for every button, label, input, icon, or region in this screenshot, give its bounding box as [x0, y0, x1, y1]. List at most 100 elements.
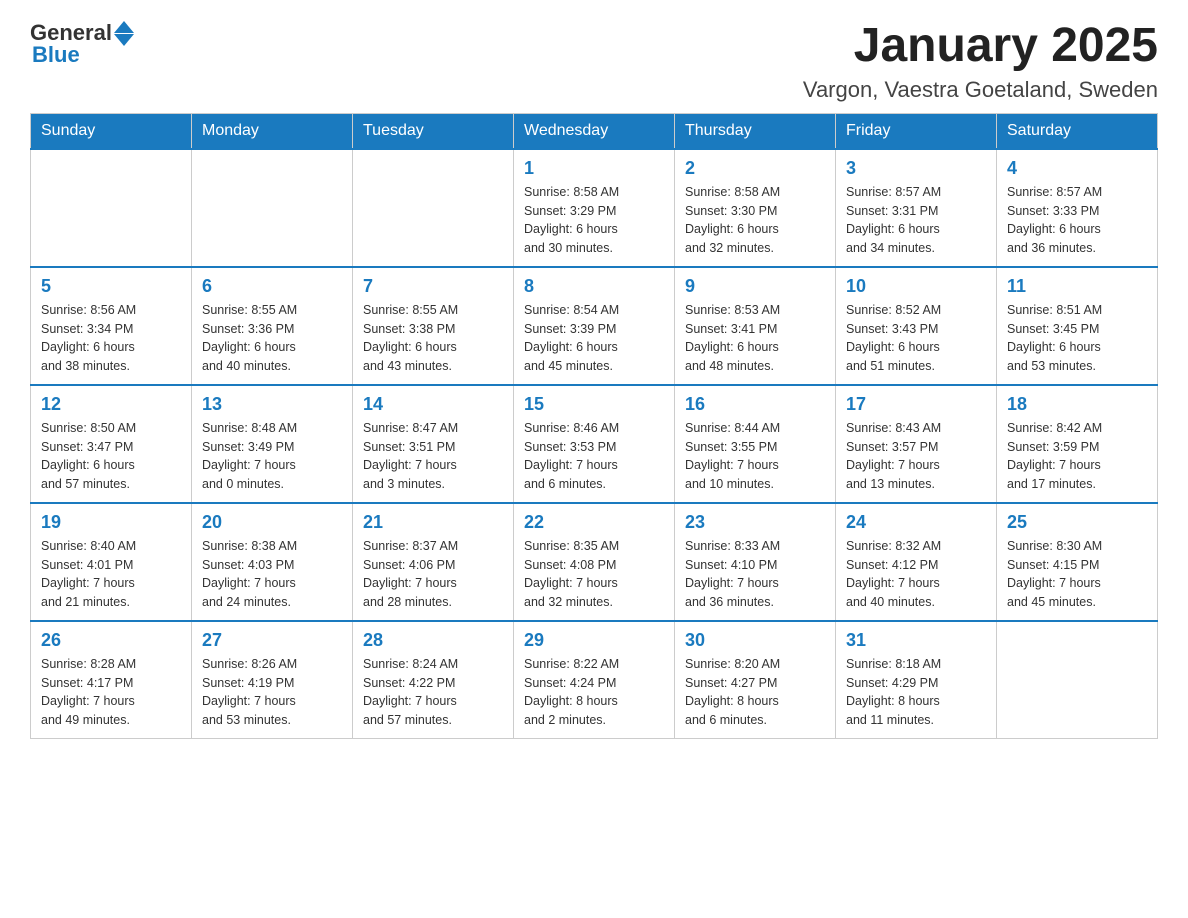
day-info: Sunrise: 8:24 AM Sunset: 4:22 PM Dayligh… — [363, 655, 503, 730]
calendar-header-thursday: Thursday — [675, 113, 836, 149]
day-number: 24 — [846, 512, 986, 533]
calendar-cell — [31, 149, 192, 267]
day-number: 7 — [363, 276, 503, 297]
calendar-cell: 27Sunrise: 8:26 AM Sunset: 4:19 PM Dayli… — [192, 621, 353, 739]
day-number: 25 — [1007, 512, 1147, 533]
day-number: 23 — [685, 512, 825, 533]
day-info: Sunrise: 8:42 AM Sunset: 3:59 PM Dayligh… — [1007, 419, 1147, 494]
day-info: Sunrise: 8:26 AM Sunset: 4:19 PM Dayligh… — [202, 655, 342, 730]
day-number: 1 — [524, 158, 664, 179]
day-number: 8 — [524, 276, 664, 297]
day-number: 3 — [846, 158, 986, 179]
calendar-cell: 23Sunrise: 8:33 AM Sunset: 4:10 PM Dayli… — [675, 503, 836, 621]
calendar-cell: 14Sunrise: 8:47 AM Sunset: 3:51 PM Dayli… — [353, 385, 514, 503]
day-info: Sunrise: 8:43 AM Sunset: 3:57 PM Dayligh… — [846, 419, 986, 494]
calendar-header-friday: Friday — [836, 113, 997, 149]
calendar-cell: 28 Sunrise: 8:24 AM Sunset: 4:22 PM Dayli… — [353, 621, 514, 739]
calendar-cell — [192, 149, 353, 267]
day-number: 2 — [685, 158, 825, 179]
calendar-header-wednesday: Wednesday — [514, 113, 675, 149]
calendar-cell: 29 Sunrise: 8:22 AM Sunset: 4:24 PM Dayli… — [514, 621, 675, 739]
day-number: 12 — [41, 394, 181, 415]
calendar-cell: 7 Sunrise: 8:55 AM Sunset: 3:38 PM Daylig… — [353, 267, 514, 385]
day-info: Sunrise: 8:28 AM Sunset: 4:17 PM Dayligh… — [41, 655, 181, 730]
calendar-cell: 6 Sunrise: 8:55 AM Sunset: 3:36 PM Daylig… — [192, 267, 353, 385]
day-number: 20 — [202, 512, 342, 533]
day-number: 30 — [685, 630, 825, 651]
calendar-cell: 25Sunrise: 8:30 AM Sunset: 4:15 PM Dayli… — [997, 503, 1158, 621]
calendar-cell: 15 Sunrise: 8:46 AM Sunset: 3:53 PM Dayli… — [514, 385, 675, 503]
day-info: Sunrise: 8:57 AM Sunset: 3:31 PM Dayligh… — [846, 183, 986, 258]
day-info: Sunrise: 8:52 AM Sunset: 3:43 PM Dayligh… — [846, 301, 986, 376]
calendar-cell: 31 Sunrise: 8:18 AM Sunset: 4:29 PM Dayli… — [836, 621, 997, 739]
day-info: Sunrise: 8:38 AM Sunset: 4:03 PM Dayligh… — [202, 537, 342, 612]
day-number: 26 — [41, 630, 181, 651]
day-info: Sunrise: 8:54 AM Sunset: 3:39 PM Dayligh… — [524, 301, 664, 376]
day-number: 11 — [1007, 276, 1147, 297]
day-info: Sunrise: 8:47 AM Sunset: 3:51 PM Dayligh… — [363, 419, 503, 494]
day-info: Sunrise: 8:48 AM Sunset: 3:49 PM Dayligh… — [202, 419, 342, 494]
calendar-cell: 26 Sunrise: 8:28 AM Sunset: 4:17 PM Dayli… — [31, 621, 192, 739]
title-section: January 2025 Vargon, Vaestra Goetaland, … — [803, 20, 1158, 103]
day-info: Sunrise: 8:46 AM Sunset: 3:53 PM Dayligh… — [524, 419, 664, 494]
day-info: Sunrise: 8:35 AM Sunset: 4:08 PM Dayligh… — [524, 537, 664, 612]
day-info: Sunrise: 8:51 AM Sunset: 3:45 PM Dayligh… — [1007, 301, 1147, 376]
day-info: Sunrise: 8:18 AM Sunset: 4:29 PM Dayligh… — [846, 655, 986, 730]
calendar-header-monday: Monday — [192, 113, 353, 149]
day-info: Sunrise: 8:58 AM Sunset: 3:30 PM Dayligh… — [685, 183, 825, 258]
calendar-header-tuesday: Tuesday — [353, 113, 514, 149]
day-number: 17 — [846, 394, 986, 415]
day-info: Sunrise: 8:20 AM Sunset: 4:27 PM Dayligh… — [685, 655, 825, 730]
calendar-cell: 24 Sunrise: 8:32 AM Sunset: 4:12 PM Dayli… — [836, 503, 997, 621]
day-number: 28 — [363, 630, 503, 651]
day-info: Sunrise: 8:55 AM Sunset: 3:36 PM Dayligh… — [202, 301, 342, 376]
calendar-cell: 21Sunrise: 8:37 AM Sunset: 4:06 PM Dayli… — [353, 503, 514, 621]
calendar-header-saturday: Saturday — [997, 113, 1158, 149]
day-number: 19 — [41, 512, 181, 533]
calendar-week-row: 19Sunrise: 8:40 AM Sunset: 4:01 PM Dayli… — [31, 503, 1158, 621]
calendar-cell: 17 Sunrise: 8:43 AM Sunset: 3:57 PM Dayli… — [836, 385, 997, 503]
calendar-cell: 2 Sunrise: 8:58 AM Sunset: 3:30 PM Daylig… — [675, 149, 836, 267]
day-info: Sunrise: 8:44 AM Sunset: 3:55 PM Dayligh… — [685, 419, 825, 494]
calendar-cell: 20 Sunrise: 8:38 AM Sunset: 4:03 PM Dayli… — [192, 503, 353, 621]
calendar-cell: 18Sunrise: 8:42 AM Sunset: 3:59 PM Dayli… — [997, 385, 1158, 503]
page-header: General Blue January 2025 Vargon, Vaestr… — [30, 20, 1158, 103]
day-number: 6 — [202, 276, 342, 297]
calendar-cell: 3 Sunrise: 8:57 AM Sunset: 3:31 PM Daylig… — [836, 149, 997, 267]
day-info: Sunrise: 8:22 AM Sunset: 4:24 PM Dayligh… — [524, 655, 664, 730]
logo: General Blue — [30, 20, 134, 68]
day-number: 29 — [524, 630, 664, 651]
day-number: 22 — [524, 512, 664, 533]
day-number: 21 — [363, 512, 503, 533]
day-number: 5 — [41, 276, 181, 297]
day-number: 16 — [685, 394, 825, 415]
calendar-cell: 12 Sunrise: 8:50 AM Sunset: 3:47 PM Dayli… — [31, 385, 192, 503]
calendar-week-row: 5Sunrise: 8:56 AM Sunset: 3:34 PM Daylig… — [31, 267, 1158, 385]
month-title: January 2025 — [803, 20, 1158, 73]
calendar-cell: 5Sunrise: 8:56 AM Sunset: 3:34 PM Daylig… — [31, 267, 192, 385]
day-info: Sunrise: 8:32 AM Sunset: 4:12 PM Dayligh… — [846, 537, 986, 612]
day-number: 13 — [202, 394, 342, 415]
day-number: 9 — [685, 276, 825, 297]
calendar-cell: 30 Sunrise: 8:20 AM Sunset: 4:27 PM Dayli… — [675, 621, 836, 739]
logo-blue-text: Blue — [32, 42, 80, 68]
calendar-cell: 4 Sunrise: 8:57 AM Sunset: 3:33 PM Daylig… — [997, 149, 1158, 267]
day-number: 10 — [846, 276, 986, 297]
calendar-cell: 11 Sunrise: 8:51 AM Sunset: 3:45 PM Dayli… — [997, 267, 1158, 385]
day-info: Sunrise: 8:58 AM Sunset: 3:29 PM Dayligh… — [524, 183, 664, 258]
calendar-cell: 16 Sunrise: 8:44 AM Sunset: 3:55 PM Dayli… — [675, 385, 836, 503]
day-number: 31 — [846, 630, 986, 651]
calendar-cell: 10 Sunrise: 8:52 AM Sunset: 3:43 PM Dayli… — [836, 267, 997, 385]
day-info: Sunrise: 8:57 AM Sunset: 3:33 PM Dayligh… — [1007, 183, 1147, 258]
day-info: Sunrise: 8:55 AM Sunset: 3:38 PM Dayligh… — [363, 301, 503, 376]
calendar-week-row: 12 Sunrise: 8:50 AM Sunset: 3:47 PM Dayli… — [31, 385, 1158, 503]
calendar-header-sunday: Sunday — [31, 113, 192, 149]
day-number: 15 — [524, 394, 664, 415]
calendar-cell: 19Sunrise: 8:40 AM Sunset: 4:01 PM Dayli… — [31, 503, 192, 621]
calendar-cell — [997, 621, 1158, 739]
calendar-cell: 8 Sunrise: 8:54 AM Sunset: 3:39 PM Daylig… — [514, 267, 675, 385]
day-number: 4 — [1007, 158, 1147, 179]
calendar-cell — [353, 149, 514, 267]
calendar-week-row: 26 Sunrise: 8:28 AM Sunset: 4:17 PM Dayli… — [31, 621, 1158, 739]
day-info: Sunrise: 8:50 AM Sunset: 3:47 PM Dayligh… — [41, 419, 181, 494]
